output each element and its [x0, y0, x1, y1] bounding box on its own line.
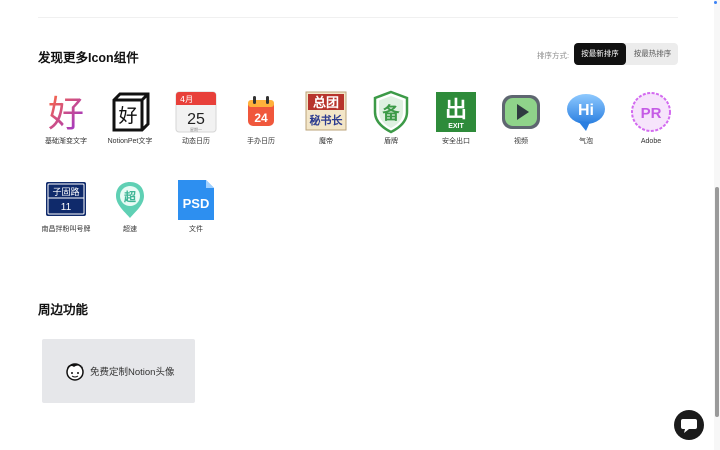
icon-card-todo-calendar[interactable]: 24 手办日历 [229, 90, 293, 146]
icon-card-dynamic-calendar[interactable]: 4月 25 星期一 动态日历 [164, 90, 228, 146]
sort-label: 排序方式: [537, 51, 570, 60]
gradient-char-icon: 好 [44, 90, 88, 135]
section-title-more-icons: 发现更多Icon组件 [38, 51, 139, 65]
icon-label: 文件 [189, 226, 203, 233]
exit-glyph: 出 [445, 98, 467, 123]
icon-card-adobe[interactable]: PR Adobe [619, 90, 683, 146]
exit-sub: EXIT [448, 123, 464, 130]
plaque-line2: 秘书长 [310, 113, 344, 127]
gradient-char-glyph: 好 [48, 94, 84, 134]
todo-calendar-day: 24 [254, 111, 268, 125]
psd-glyph: PSD [183, 196, 210, 211]
shield-glyph: 备 [382, 103, 401, 124]
calendar-icon: 4月 25 星期一 [174, 90, 218, 134]
sort-toggle: 按最新排序 按最热排序 [574, 43, 678, 65]
icon-label: 动态日历 [182, 138, 210, 145]
shield-badge-icon: 备 [369, 90, 413, 134]
icon-card-exit-sign[interactable]: 出 EXIT 安全出口 [424, 90, 488, 146]
icon-card-bubble[interactable]: Hi 气泡 [554, 90, 618, 146]
street-sign-name: 子固路 [52, 186, 79, 198]
avatar-face-icon [64, 359, 86, 383]
video-play-icon [499, 90, 543, 134]
scrollbar-track[interactable] [714, 0, 720, 450]
icon-card-psd-file[interactable]: PSD 文件 [164, 178, 228, 234]
section-title-nearby: 周边功能 [38, 303, 89, 317]
notionpet-char-glyph: 好 [118, 105, 137, 127]
icon-label: 盾牌 [384, 138, 398, 145]
scrollbar-thumb[interactable] [715, 187, 719, 417]
psd-file-icon: PSD [174, 178, 218, 222]
sort-popular-button[interactable]: 按最热排序 [627, 43, 678, 65]
chat-bubble-icon [681, 419, 697, 433]
street-sign-icon: 子固路 11 [44, 178, 88, 222]
icon-card-street-sign[interactable]: 子固路 11 南昌拌粉叫号牌 [34, 178, 98, 234]
icon-label: 气泡 [579, 138, 593, 145]
plaque-line1: 总团 [313, 95, 339, 111]
icon-card-super-speed[interactable]: 超 超速 [98, 178, 162, 234]
exit-sign-icon: 出 EXIT [434, 90, 478, 134]
todo-calendar-icon: 24 [239, 90, 283, 134]
bubble-glyph: Hi [578, 102, 594, 119]
calendar-weekday: 星期一 [190, 126, 202, 132]
icon-card-title-plaque[interactable]: 总团 秘书长 魔帝 [294, 90, 358, 146]
super-speed-glyph: 超 [123, 189, 137, 204]
icon-label: 南昌拌粉叫号牌 [41, 226, 91, 233]
top-divider [38, 17, 678, 18]
icon-label: 视频 [514, 138, 528, 145]
icon-label: 魔帝 [319, 138, 333, 145]
super-speed-icon: 超 [108, 178, 152, 222]
icon-label: NotionPet文字 [107, 138, 153, 145]
bubble-icon: Hi [564, 90, 608, 134]
icon-card-notionpet-text[interactable]: 好 NotionPet文字 [98, 90, 162, 146]
icon-label: Adobe [640, 138, 662, 145]
icon-label: 安全出口 [442, 138, 470, 145]
chat-button[interactable] [674, 410, 704, 440]
sort-newest-button[interactable]: 按最新排序 [574, 43, 626, 65]
icon-card-video[interactable]: 视频 [489, 90, 553, 146]
calendar-day: 25 [187, 111, 205, 128]
adobe-pr-icon: PR [629, 90, 673, 134]
icon-label: 手办日历 [247, 138, 275, 145]
status-dot [714, 1, 717, 4]
icon-label: 基础渐变文字 [45, 138, 87, 145]
title-plaque-icon: 总团 秘书长 [304, 90, 348, 134]
adobe-glyph: PR [641, 105, 662, 122]
notion-avatar-card[interactable]: 免费定制Notion头像 [42, 339, 195, 403]
icon-card-shield[interactable]: 备 盾牌 [359, 90, 423, 146]
notion-avatar-card-label: 免费定制Notion头像 [90, 367, 175, 378]
icon-label: 超速 [123, 226, 137, 233]
notionpet-char-icon: 好 [108, 90, 152, 134]
street-sign-number: 11 [61, 202, 72, 213]
calendar-month: 4月 [180, 95, 193, 104]
icon-card-gradient-text[interactable]: 好 基础渐变文字 [34, 90, 98, 146]
